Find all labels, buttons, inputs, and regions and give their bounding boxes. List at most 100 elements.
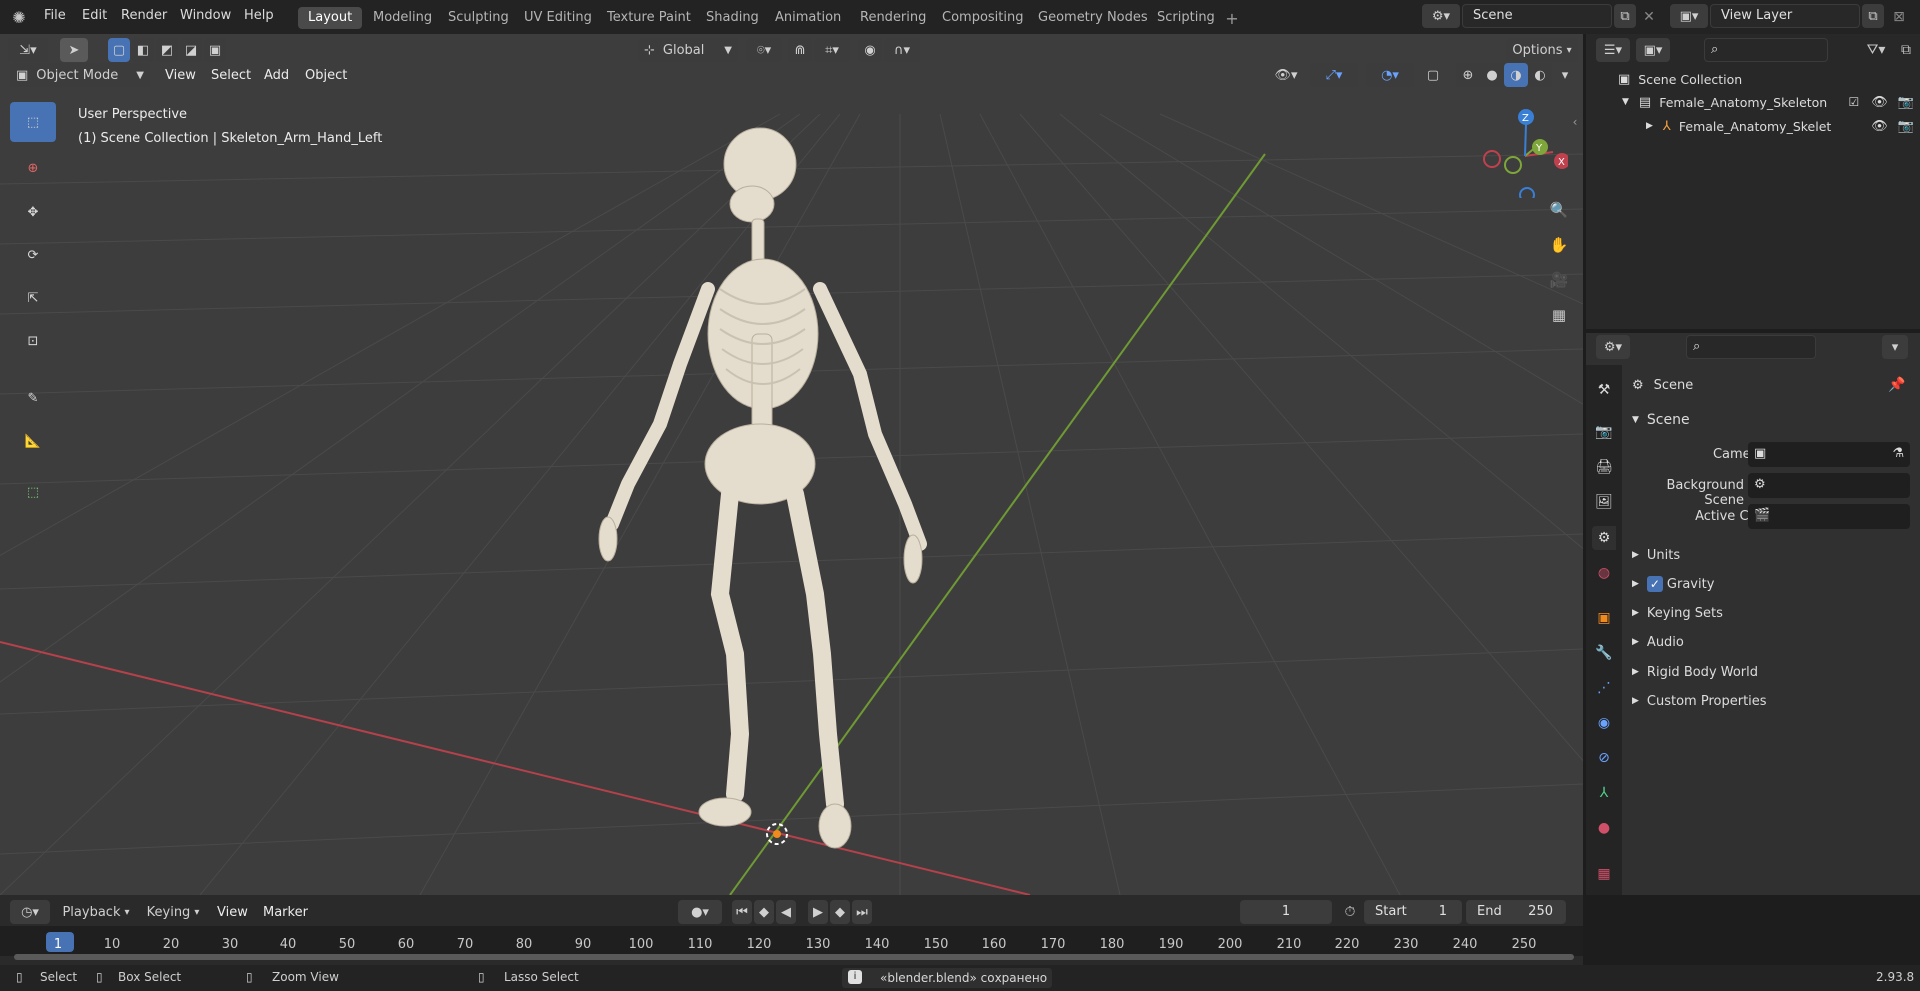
background-scene-field[interactable]: ⚙ <box>1748 473 1910 498</box>
camera-view-icon[interactable]: 🎥 <box>1546 267 1572 293</box>
jump-end-icon[interactable]: ⏭ <box>852 900 872 924</box>
sidebar-toggle-icon[interactable]: ‹ <box>1568 112 1582 132</box>
jump-start-icon[interactable]: ⏮ <box>732 900 752 924</box>
physics-tab-icon[interactable]: ◉ <box>1592 711 1616 735</box>
properties-editor-type-button[interactable]: ⚙▾ <box>1596 335 1630 359</box>
eyedropper-icon[interactable]: ⚗ <box>1892 446 1904 461</box>
measure-tool[interactable]: 📐 <box>10 421 56 461</box>
prev-keyframe-icon[interactable]: ◆ <box>754 900 774 924</box>
editor-type-button[interactable]: ⇲▾ <box>8 38 48 62</box>
active-clip-field[interactable]: 🎬 <box>1748 504 1910 529</box>
new-scene-icon[interactable]: ⧉ <box>1614 4 1636 28</box>
properties-search-input[interactable]: ⌕ <box>1686 335 1816 359</box>
select-box-tool[interactable]: ⬚ <box>10 102 56 142</box>
outliner-root[interactable]: ▣ Scene Collection <box>1618 68 1742 90</box>
tab-scripting[interactable]: Scripting <box>1147 7 1225 29</box>
scene-tab-icon[interactable]: ⚙ <box>1592 526 1616 550</box>
new-collection-icon[interactable]: ⧉ <box>1896 40 1916 60</box>
menu-view[interactable]: View <box>165 68 196 83</box>
material-shading-icon[interactable]: ◑ <box>1504 63 1528 87</box>
filter-icon[interactable]: ⛛▾ <box>1862 40 1890 60</box>
tab-sculpting[interactable]: Sculpting <box>438 7 519 29</box>
end-frame-field[interactable]: End 250 <box>1466 900 1566 924</box>
stopwatch-icon[interactable]: ⏱ <box>1340 903 1360 921</box>
data-tab-icon[interactable]: ⅄ <box>1592 781 1616 805</box>
tab-geometry-nodes[interactable]: Geometry Nodes <box>1028 7 1158 29</box>
mode-dropdown[interactable]: ▣ Object Mode ▼ <box>10 63 150 87</box>
current-frame-field[interactable]: 1 <box>1240 900 1332 924</box>
zoom-icon[interactable]: 🔍 <box>1546 197 1572 223</box>
menu-select[interactable]: Select <box>211 68 251 83</box>
timeline-editor-type-button[interactable]: ◷▾ <box>10 900 50 924</box>
delete-view-layer-icon[interactable]: ⊠ <box>1890 8 1908 26</box>
3d-viewport[interactable]: ⇲▾ ➤ ▢ ◧ ◩ ◪ ▣ ⊹ Global ▼ ⌾▾ ⋒ ⌗▾ ◉ ∩▾ O… <box>0 34 1583 895</box>
object-tab-icon[interactable]: ▣ <box>1592 606 1616 630</box>
pivot-point-dropdown[interactable]: ⌾▾ <box>746 38 782 62</box>
select-new-icon[interactable]: ▢ <box>108 38 130 62</box>
constraints-tab-icon[interactable]: ⊘ <box>1592 746 1616 770</box>
visibility-dropdown[interactable]: 👁▾ <box>1266 63 1306 87</box>
blender-logo-icon[interactable]: ✺ <box>8 6 30 28</box>
tab-texture-paint[interactable]: Texture Paint <box>597 7 701 29</box>
gravity-checkbox[interactable]: ✓ <box>1646 576 1663 592</box>
tab-animation[interactable]: Animation <box>765 7 851 29</box>
shading-options-icon[interactable]: ▾ <box>1554 63 1576 87</box>
menu-help[interactable]: Help <box>244 8 274 23</box>
menu-window[interactable]: Window <box>180 8 231 23</box>
outliner-search-input[interactable]: ⌕ <box>1704 38 1828 62</box>
select-subtract-icon[interactable]: ◩ <box>156 38 178 62</box>
particles-tab-icon[interactable]: ⋰ <box>1592 676 1616 700</box>
timeline-scrollbar[interactable] <box>14 954 1574 960</box>
neg-z-axis-handle[interactable] <box>1519 187 1535 203</box>
menu-file[interactable]: File <box>44 8 66 23</box>
snap-toggle[interactable]: ⋒ <box>788 38 812 62</box>
render-tab-icon[interactable]: 📷 <box>1592 420 1616 444</box>
modifiers-tab-icon[interactable]: 🔧 <box>1592 641 1616 665</box>
keying-sets-section-header[interactable]: ▶ Keying Sets <box>1632 601 1723 625</box>
menu-render[interactable]: Render <box>121 8 167 23</box>
options-dropdown[interactable]: Options ▾ <box>1506 38 1578 62</box>
eye-icon[interactable]: 👁 <box>1871 95 1888 110</box>
rigid-body-world-section-header[interactable]: ▶ Rigid Body World <box>1632 660 1758 684</box>
view-layer-selector-button[interactable]: ▣▾ <box>1670 4 1708 28</box>
units-section-header[interactable]: ▶ Units <box>1632 543 1680 567</box>
auto-keying-toggle[interactable]: ●▾ <box>678 900 722 924</box>
select-mode-button[interactable]: ➤ <box>60 38 88 62</box>
status-report[interactable]: i «blender.blend» сохранено <box>842 968 1052 988</box>
tool-tab-icon[interactable]: ⚒ <box>1592 378 1616 402</box>
overlays-toggle[interactable]: ◔▾ <box>1366 63 1414 87</box>
annotate-tool[interactable]: ✎ <box>10 378 56 418</box>
snap-settings-dropdown[interactable]: ⌗▾ <box>814 38 850 62</box>
navigation-gizmo[interactable]: X Y Z <box>1476 106 1570 203</box>
tab-layout[interactable]: Layout <box>298 7 363 29</box>
neg-x-axis-handle[interactable] <box>1483 150 1501 168</box>
tab-shading[interactable]: Shading <box>696 7 769 29</box>
menu-edit[interactable]: Edit <box>82 8 107 23</box>
outliner-item[interactable]: ▼ ▤ Female_Anatomy_Skeleton ☑ 👁 📷 <box>1622 91 1914 113</box>
transform-tool[interactable]: ⊡ <box>10 321 56 361</box>
scene-selector-button[interactable]: ⚙▾ <box>1422 4 1460 28</box>
playback-menu[interactable]: Playback ▾ <box>56 900 136 924</box>
menu-add[interactable]: Add <box>264 68 289 83</box>
pin-icon[interactable]: 📌 <box>1886 375 1908 395</box>
start-frame-field[interactable]: Start 1 <box>1364 900 1462 924</box>
timeline-view-menu[interactable]: View <box>217 905 248 920</box>
select-invert-icon[interactable]: ◪ <box>180 38 202 62</box>
outliner-editor-type-button[interactable]: ☰▾ <box>1596 38 1630 62</box>
tab-rendering[interactable]: Rendering <box>850 7 936 29</box>
timeline-marker-menu[interactable]: Marker <box>263 905 308 920</box>
scale-tool[interactable]: ⇱ <box>10 278 56 318</box>
neg-y-axis-handle[interactable] <box>1504 156 1522 174</box>
solid-shading-icon[interactable]: ● <box>1480 63 1504 87</box>
eye-icon[interactable]: 👁 <box>1871 119 1888 134</box>
transform-orientation-dropdown[interactable]: ⊹ Global ▼ <box>638 38 738 62</box>
gravity-section-header[interactable]: ▶ ✓ Gravity <box>1632 572 1714 596</box>
add-workspace-icon[interactable]: + <box>1222 8 1242 28</box>
rendered-shading-icon[interactable]: ◐ <box>1528 63 1552 87</box>
proportional-edit-toggle[interactable]: ◉ <box>858 38 882 62</box>
outliner-item[interactable]: ▶ ⅄ Female_Anatomy_Skelet 👁 📷 <box>1646 115 1914 137</box>
camera-icon[interactable]: 📷 <box>1898 95 1914 110</box>
perspective-toggle-icon[interactable]: ▦ <box>1546 302 1572 328</box>
display-mode-button[interactable]: ▣▾ <box>1636 38 1670 62</box>
new-view-layer-icon[interactable]: ⧉ <box>1862 4 1884 28</box>
